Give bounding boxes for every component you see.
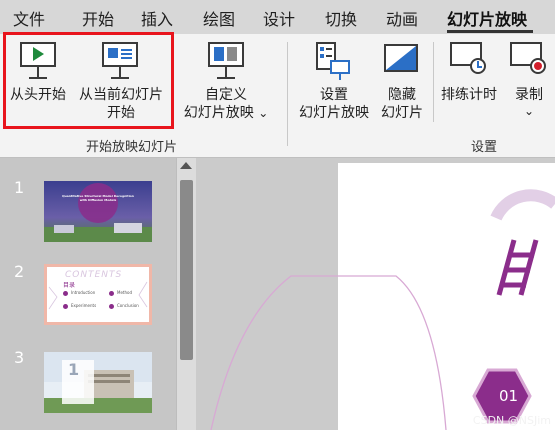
tab-draw[interactable]: 绘图 (203, 6, 235, 30)
slide-thumbnail-pane: 1 Quantitative Structural Model Recognit… (0, 158, 196, 430)
active-tab-indicator (447, 30, 533, 33)
ribbon-tab-bar: 文件 开始 插入 绘图 设计 切换 动画 幻灯片放映 (0, 0, 555, 34)
hide-slide-label-line1: 隐藏 (388, 87, 416, 103)
slide-2-decoration (48, 281, 148, 310)
setup-slideshow-label-line1: 设置 (320, 87, 348, 103)
annotation-highlight-box (3, 32, 174, 129)
slide-thumbnail-3[interactable]: 1 (44, 352, 152, 413)
slide-number: 3 (14, 348, 25, 367)
custom-slideshow-button[interactable]: 自定义 幻灯片放映 ⌄ (180, 42, 272, 132)
custom-slideshow-label-line2: 幻灯片放映 ⌄ (180, 104, 272, 122)
record-icon (510, 42, 548, 80)
slide-thumbnail-1[interactable]: Quantitative Structural Model Recognitio… (44, 181, 152, 242)
custom-slideshow-label-text: 幻灯片放映 (183, 105, 254, 121)
scroll-up-arrow-icon[interactable] (180, 162, 192, 169)
tab-slideshow[interactable]: 幻灯片放映 (447, 6, 527, 30)
group-label-start-slideshow: 开始放映幻灯片 (86, 140, 178, 155)
group-divider (287, 42, 288, 146)
custom-slideshow-label-line1: 自定义 (205, 87, 247, 103)
slide-1-title: Quantitative Structural Model Recognitio… (48, 194, 148, 202)
thumbnail-scrollbar[interactable] (176, 158, 196, 430)
slide-number: 2 (14, 262, 25, 281)
hide-slide-label-line2: 幻灯片 (381, 105, 423, 121)
setup-slideshow-icon (316, 42, 352, 82)
chevron-down-icon: ⌄ (523, 104, 535, 118)
tab-file[interactable]: 文件 (13, 6, 45, 30)
record-button[interactable]: 录制 ⌄ (506, 42, 552, 132)
stopwatch-icon (450, 42, 488, 80)
setup-slideshow-label-line2: 幻灯片放映 (299, 105, 369, 121)
slide-thumbnail-2[interactable]: CONTENTS 目录 Introduction Method Experime… (44, 264, 152, 325)
group-divider (433, 42, 434, 122)
tab-design[interactable]: 设计 (263, 6, 295, 30)
slide-number: 1 (14, 178, 25, 197)
tab-home[interactable]: 开始 (82, 6, 114, 30)
scrollbar-thumb[interactable] (180, 180, 193, 360)
slide-3-big-digit: 1 (68, 360, 80, 379)
hide-slide-icon (384, 44, 418, 74)
tab-animations[interactable]: 动画 (386, 6, 418, 30)
slide-editing-area: 01 CSDN @NSJim (196, 158, 555, 430)
rehearse-timings-button[interactable]: 排练计时 (436, 42, 502, 132)
rehearse-timings-label: 排练计时 (441, 87, 497, 103)
section-number-label: 01 (499, 387, 519, 405)
watermark-text: CSDN @NSJim (472, 414, 551, 427)
tab-insert[interactable]: 插入 (141, 6, 173, 30)
chevron-down-icon: ⌄ (258, 106, 269, 120)
group-label-setup: 设置 (471, 140, 498, 155)
hide-slide-button[interactable]: 隐藏 幻灯片 (374, 42, 430, 132)
setup-slideshow-button[interactable]: 设置 幻灯片放映 (294, 42, 374, 132)
tab-transitions[interactable]: 切换 (325, 6, 357, 30)
custom-slideshow-icon (208, 42, 244, 82)
slide-1-title-line2: with Diffusion Models (79, 198, 117, 202)
